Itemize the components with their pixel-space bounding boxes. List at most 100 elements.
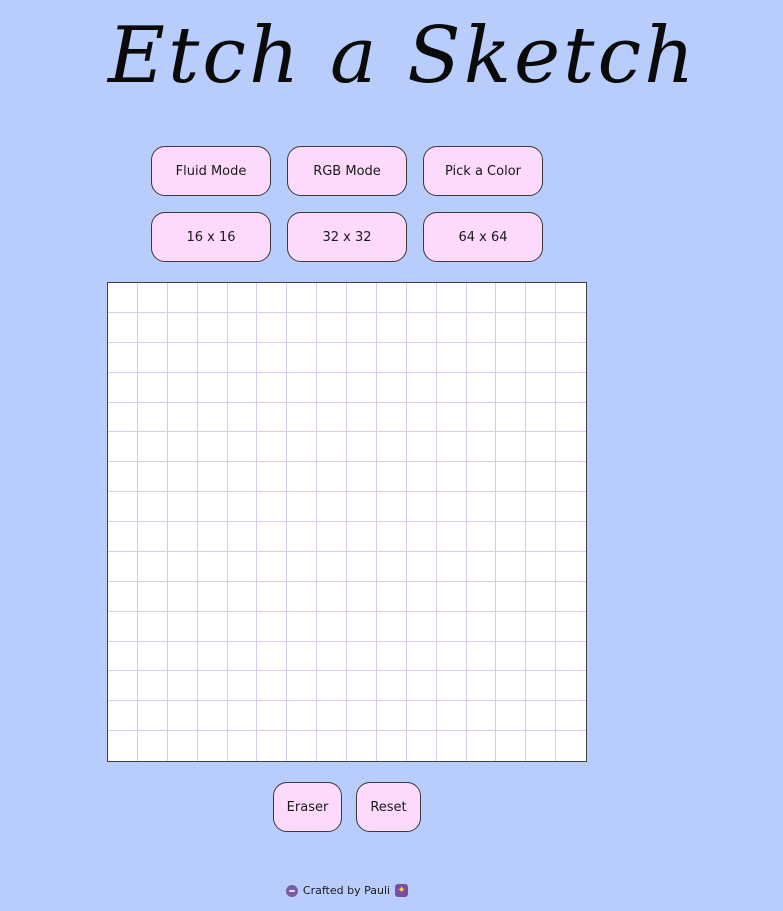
grid-cell[interactable] bbox=[376, 671, 407, 702]
grid-cell[interactable] bbox=[436, 312, 467, 343]
grid-cell[interactable] bbox=[436, 701, 467, 732]
grid-cell[interactable] bbox=[436, 641, 467, 672]
grid-cell[interactable] bbox=[137, 551, 168, 582]
grid-cell[interactable] bbox=[167, 671, 198, 702]
grid-cell[interactable] bbox=[108, 551, 138, 582]
grid-cell[interactable] bbox=[496, 342, 527, 373]
grid-cell[interactable] bbox=[436, 581, 467, 612]
grid-cell[interactable] bbox=[556, 342, 586, 373]
grid-cell[interactable] bbox=[526, 701, 557, 732]
grid-cell[interactable] bbox=[526, 372, 557, 403]
grid-cell[interactable] bbox=[466, 402, 497, 433]
grid-cell[interactable] bbox=[317, 581, 347, 612]
grid-cell[interactable] bbox=[257, 462, 288, 493]
grid-cell[interactable] bbox=[257, 342, 288, 373]
grid-cell[interactable] bbox=[167, 522, 198, 552]
grid-cell[interactable] bbox=[167, 432, 198, 463]
grid-cell[interactable] bbox=[137, 522, 168, 552]
grid-cell[interactable] bbox=[227, 731, 258, 761]
grid-cell[interactable] bbox=[526, 402, 557, 433]
grid-cell[interactable] bbox=[347, 432, 377, 463]
grid-cell[interactable] bbox=[257, 402, 288, 433]
grid-cell[interactable] bbox=[496, 462, 527, 493]
github-icon[interactable] bbox=[285, 884, 298, 897]
grid-cell[interactable] bbox=[406, 342, 437, 373]
rgb-mode-button[interactable]: RGB Mode bbox=[287, 146, 407, 196]
grid-cell[interactable] bbox=[137, 283, 168, 313]
grid-cell[interactable] bbox=[496, 283, 527, 313]
grid-cell[interactable] bbox=[436, 402, 467, 433]
grid-cell[interactable] bbox=[317, 551, 347, 582]
grid-cell[interactable] bbox=[137, 492, 168, 522]
grid-cell[interactable] bbox=[466, 342, 497, 373]
grid-cell[interactable] bbox=[556, 581, 586, 612]
grid-cell[interactable] bbox=[227, 701, 258, 732]
grid-cell[interactable] bbox=[556, 551, 586, 582]
grid-cell[interactable] bbox=[227, 402, 258, 433]
grid-cell[interactable] bbox=[526, 671, 557, 702]
grid-cell[interactable] bbox=[496, 551, 527, 582]
grid-cell[interactable] bbox=[406, 731, 437, 761]
grid-cell[interactable] bbox=[406, 462, 437, 493]
grid-cell[interactable] bbox=[317, 522, 347, 552]
grid-cell[interactable] bbox=[376, 551, 407, 582]
grid-cell[interactable] bbox=[257, 671, 288, 702]
grid-cell[interactable] bbox=[376, 492, 407, 522]
grid-cell[interactable] bbox=[227, 522, 258, 552]
grid-cell[interactable] bbox=[526, 641, 557, 672]
grid-cell[interactable] bbox=[227, 581, 258, 612]
grid-cell[interactable] bbox=[108, 432, 138, 463]
grid-cell[interactable] bbox=[347, 551, 377, 582]
grid-cell[interactable] bbox=[108, 492, 138, 522]
grid-cell[interactable] bbox=[466, 731, 497, 761]
grid-cell[interactable] bbox=[197, 312, 228, 343]
grid-cell[interactable] bbox=[287, 402, 318, 433]
grid-cell[interactable] bbox=[526, 522, 557, 552]
grid-cell[interactable] bbox=[496, 522, 527, 552]
grid-cell[interactable] bbox=[406, 671, 437, 702]
grid-cell[interactable] bbox=[317, 671, 347, 702]
grid-cell[interactable] bbox=[406, 522, 437, 552]
grid-cell[interactable] bbox=[347, 701, 377, 732]
grid-cell[interactable] bbox=[137, 462, 168, 493]
grid-cell[interactable] bbox=[227, 432, 258, 463]
grid-cell[interactable] bbox=[257, 522, 288, 552]
grid-cell[interactable] bbox=[556, 402, 586, 433]
grid-cell[interactable] bbox=[137, 671, 168, 702]
grid-cell[interactable] bbox=[167, 342, 198, 373]
grid-cell[interactable] bbox=[347, 402, 377, 433]
grid-cell[interactable] bbox=[167, 312, 198, 343]
grid-cell[interactable] bbox=[137, 402, 168, 433]
grid-cell[interactable] bbox=[466, 641, 497, 672]
grid-cell[interactable] bbox=[436, 432, 467, 463]
grid-cell[interactable] bbox=[317, 432, 347, 463]
grid-cell[interactable] bbox=[466, 581, 497, 612]
grid-cell[interactable] bbox=[197, 342, 228, 373]
grid-cell[interactable] bbox=[197, 731, 228, 761]
grid-cell[interactable] bbox=[167, 492, 198, 522]
grid-cell[interactable] bbox=[347, 492, 377, 522]
grid-cell[interactable] bbox=[526, 611, 557, 642]
grid-cell[interactable] bbox=[108, 701, 138, 732]
grid-cell[interactable] bbox=[167, 283, 198, 313]
grid-16-button[interactable]: 16 x 16 bbox=[151, 212, 271, 262]
grid-cell[interactable] bbox=[496, 731, 527, 761]
grid-cell[interactable] bbox=[436, 283, 467, 313]
grid-cell[interactable] bbox=[466, 462, 497, 493]
grid-cell[interactable] bbox=[466, 611, 497, 642]
grid-cell[interactable] bbox=[197, 522, 228, 552]
grid-cell[interactable] bbox=[108, 283, 138, 313]
grid-cell[interactable] bbox=[287, 731, 318, 761]
grid-cell[interactable] bbox=[197, 372, 228, 403]
grid-cell[interactable] bbox=[137, 641, 168, 672]
grid-cell[interactable] bbox=[436, 731, 467, 761]
grid-cell[interactable] bbox=[227, 462, 258, 493]
grid-cell[interactable] bbox=[556, 372, 586, 403]
grid-cell[interactable] bbox=[496, 671, 527, 702]
grid-cell[interactable] bbox=[406, 402, 437, 433]
grid-cell[interactable] bbox=[436, 551, 467, 582]
grid-cell[interactable] bbox=[556, 312, 586, 343]
grid-cell[interactable] bbox=[167, 641, 198, 672]
grid-cell[interactable] bbox=[257, 551, 288, 582]
grid-cell[interactable] bbox=[376, 462, 407, 493]
